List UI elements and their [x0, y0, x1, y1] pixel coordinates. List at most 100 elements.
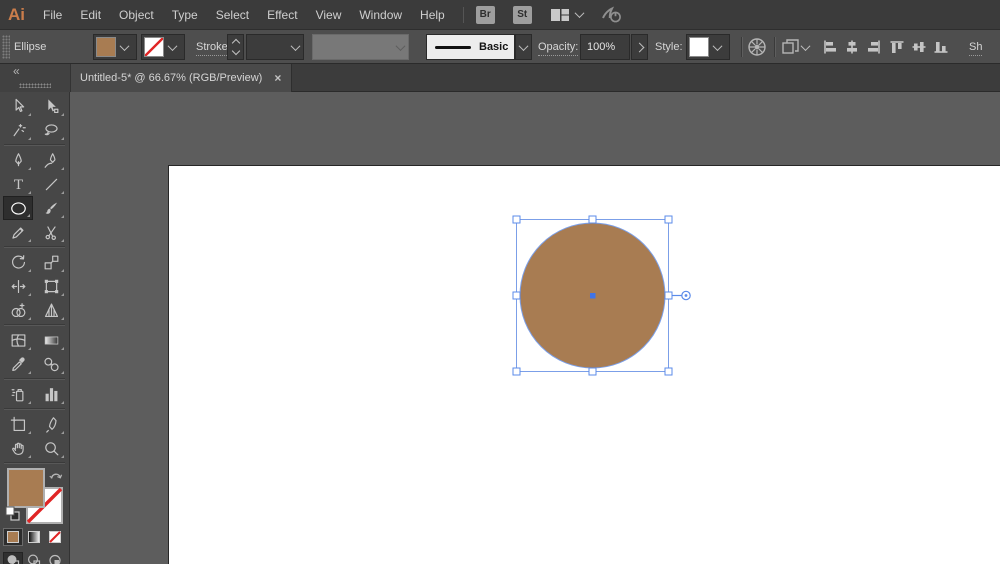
scissors-tool-icon[interactable]	[36, 220, 66, 244]
hand-tool-icon[interactable]	[3, 436, 33, 460]
gpu-performance-icon[interactable]	[601, 6, 625, 24]
menu-item-window[interactable]: Window	[359, 8, 402, 22]
align-horizontal-center-icon[interactable]	[844, 39, 860, 55]
free-transform-tool-icon[interactable]	[36, 274, 66, 298]
illustrator-window: Ai File Edit Object Type Select Effect V…	[0, 0, 1000, 564]
magic-wand-tool-icon[interactable]	[3, 118, 33, 142]
slice-tool-icon[interactable]	[36, 412, 66, 436]
tool-row	[0, 382, 69, 406]
stroke-weight-stepper[interactable]	[227, 34, 244, 60]
fill-chevron-icon[interactable]	[116, 44, 132, 51]
eyedropper-tool-icon[interactable]	[3, 352, 33, 376]
draw-behind-button[interactable]	[24, 552, 44, 564]
style-swatch[interactable]	[689, 37, 709, 57]
ellipse-tool-icon[interactable]	[3, 196, 33, 220]
draw-inside-button[interactable]	[45, 552, 65, 564]
paintbrush-tool-icon[interactable]	[36, 196, 66, 220]
brush-stroke-preview	[435, 46, 471, 49]
canvas-area[interactable]	[70, 92, 1000, 564]
gradient-tool-icon[interactable]	[36, 328, 66, 352]
stroke-weight-dropdown[interactable]	[246, 34, 304, 60]
tab-close-icon[interactable]: ×	[274, 71, 281, 85]
swap-fill-stroke-icon[interactable]	[49, 469, 63, 482]
menu-item-edit[interactable]: Edit	[80, 8, 101, 22]
tools-panel: T	[0, 92, 70, 564]
fill-color-control[interactable]	[93, 34, 137, 60]
brush-chevron-button[interactable]	[515, 34, 532, 60]
style-label: Style:	[655, 30, 683, 64]
direct-selection-tool-icon[interactable]	[36, 94, 66, 118]
pen-tool-icon[interactable]	[3, 148, 33, 172]
menu-item-help[interactable]: Help	[420, 8, 445, 22]
stock-button[interactable]: St	[513, 6, 532, 24]
scale-tool-icon[interactable]	[36, 250, 66, 274]
pencil-tool-icon[interactable]	[3, 220, 33, 244]
menu-item-file[interactable]: File	[43, 8, 62, 22]
align-vertical-center-icon[interactable]	[911, 39, 927, 55]
context-label: Ellipse	[14, 30, 46, 64]
graphic-style-dropdown[interactable]	[686, 34, 730, 60]
none-button[interactable]	[45, 528, 65, 546]
toolbar-grip[interactable]	[19, 83, 51, 88]
width-tool-icon[interactable]	[3, 274, 33, 298]
line-segment-tool-icon[interactable]	[36, 172, 66, 196]
blend-tool-icon[interactable]	[36, 352, 66, 376]
menu-item-effect[interactable]: Effect	[267, 8, 297, 22]
toolbar-separator	[4, 246, 65, 248]
style-chevron-icon[interactable]	[709, 44, 725, 51]
stroke-label[interactable]: Stroke:	[196, 40, 231, 56]
document-tab[interactable]: Untitled-5* @ 66.67% (RGB/Preview) ×	[71, 64, 292, 92]
shape-label[interactable]: Sh	[969, 40, 982, 56]
tool-row	[0, 274, 69, 298]
tool-row	[0, 412, 69, 436]
fill-color-swatch[interactable]	[96, 37, 116, 57]
mesh-tool-icon[interactable]	[3, 328, 33, 352]
opacity-value[interactable]: 100%	[581, 41, 615, 53]
opacity-label[interactable]: Opacity:	[538, 40, 578, 56]
type-tool-icon[interactable]: T	[3, 172, 33, 196]
align-to-selection-dropdown[interactable]	[781, 38, 809, 56]
stroke-weight-chevron-icon[interactable]	[287, 44, 303, 51]
recolor-artwork-icon[interactable]	[747, 37, 767, 62]
color-button[interactable]	[3, 528, 23, 546]
artboard-tool-icon[interactable]	[3, 412, 33, 436]
toolbar-separator	[4, 378, 65, 380]
opacity-expand-button[interactable]	[631, 34, 648, 60]
menu-item-select[interactable]: Select	[216, 8, 249, 22]
stroke-color-control[interactable]	[141, 34, 185, 60]
toolbar-separator	[4, 144, 65, 146]
perspective-grid-tool-icon[interactable]	[36, 298, 66, 322]
draw-normal-button[interactable]	[3, 552, 23, 564]
curvature-tool-icon[interactable]	[36, 148, 66, 172]
menu-item-view[interactable]: View	[316, 8, 342, 22]
controlbar-grip[interactable]	[2, 35, 10, 59]
toolbar-header: «	[0, 64, 71, 92]
align-right-icon[interactable]	[866, 39, 882, 55]
brush-definition-dropdown[interactable]: Basic	[426, 34, 515, 60]
rotate-tool-icon[interactable]	[3, 250, 33, 274]
lasso-tool-icon[interactable]	[36, 118, 66, 142]
selection-tool-icon[interactable]	[3, 94, 33, 118]
fill-indicator[interactable]	[7, 468, 45, 508]
column-graph-tool-icon[interactable]	[36, 382, 66, 406]
workspace-chevron-icon[interactable]	[576, 11, 583, 18]
stroke-none-swatch[interactable]	[144, 37, 164, 57]
align-top-icon[interactable]	[889, 39, 905, 55]
shape-builder-tool-icon[interactable]	[3, 298, 33, 322]
symbol-sprayer-tool-icon[interactable]	[3, 382, 33, 406]
default-fill-stroke-icon[interactable]	[5, 506, 21, 522]
stroke-chevron-icon[interactable]	[164, 44, 180, 51]
collapse-panel-icon[interactable]: «	[13, 64, 18, 78]
bridge-button[interactable]: Br	[476, 6, 495, 24]
align-left-icon[interactable]	[822, 39, 838, 55]
opacity-field[interactable]: 100%	[580, 34, 630, 60]
gradient-button[interactable]	[24, 528, 44, 546]
tool-row	[0, 436, 69, 460]
width-profile-dropdown-disabled	[312, 34, 409, 60]
align-bottom-icon[interactable]	[933, 39, 949, 55]
toolbar-tools: T	[0, 94, 69, 460]
menu-item-type[interactable]: Type	[172, 8, 198, 22]
workspace-layout-icon[interactable]	[550, 7, 570, 23]
zoom-tool-icon[interactable]	[36, 436, 66, 460]
menu-item-object[interactable]: Object	[119, 8, 154, 22]
